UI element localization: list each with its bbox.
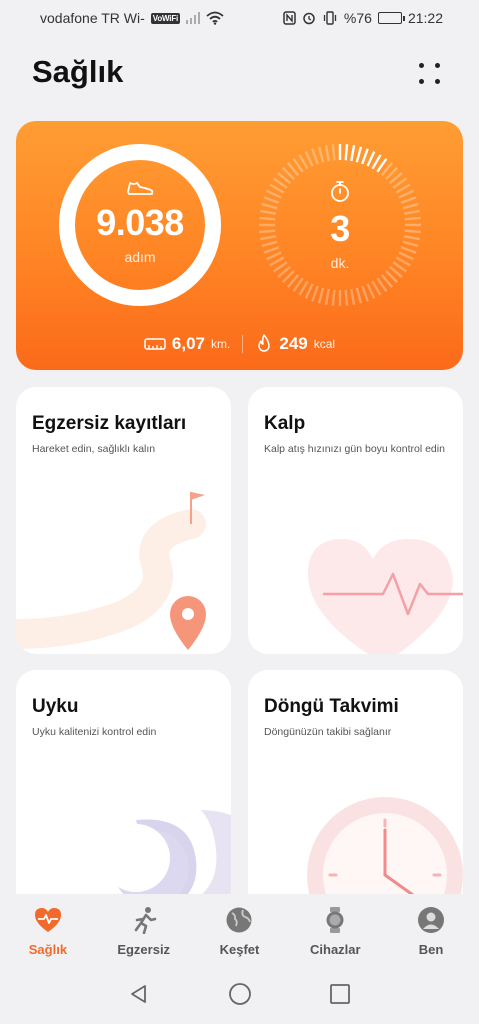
vowifi-badge: VoWiFi (150, 12, 181, 24)
exercise-ring-tick (298, 280, 309, 296)
stopwatch-icon (331, 181, 349, 202)
nav-label: Egzersiz (117, 942, 171, 957)
more-options-button[interactable] (414, 58, 448, 92)
moon-illustration (102, 810, 231, 910)
back-icon[interactable] (128, 983, 150, 1005)
shoe-icon (127, 182, 154, 195)
card-title: Döngü Takvimi (264, 696, 399, 717)
exercise-ring-tick (371, 280, 382, 296)
card-subtitle: Döngünüzün takibi sağlanır (264, 726, 392, 738)
exercise-ring-tick (324, 145, 330, 162)
nfc-icon (283, 11, 296, 25)
battery-icon (377, 12, 405, 24)
heart-illustration (308, 539, 463, 654)
exercise-records-card[interactable]: Egzersiz kayıtları Hareket edin, sağlıkl… (16, 387, 231, 654)
calories-stat: 249 kcal (255, 334, 335, 354)
nav-discover[interactable]: Keşfet (192, 906, 288, 964)
exercise-ring-tick (355, 287, 363, 304)
route-illustration (16, 492, 206, 650)
exercise-ring-tick (371, 154, 382, 170)
carrier-label: vodafone TR Wi- (40, 10, 145, 26)
running-icon (134, 907, 156, 934)
distance-value: 6,07 (171, 334, 206, 353)
exercise-ring-tick (311, 148, 319, 165)
steps-block: 9.038 adım (60, 179, 220, 265)
exercise-ring-tick (324, 288, 330, 305)
flame-icon (258, 334, 271, 352)
distance-stat: 6,07 km. (144, 334, 230, 354)
calories-value: 249 (279, 334, 308, 353)
clock: 21:22 (407, 10, 443, 26)
exercise-ring-tick (317, 146, 325, 163)
dot-icon (435, 79, 440, 84)
exercise-ring-tick (344, 144, 349, 161)
exercise-ring-tick (331, 289, 336, 306)
home-icon[interactable] (228, 982, 252, 1006)
nav-devices[interactable]: Cihazlar (287, 906, 383, 964)
nav-profile[interactable]: Ben (383, 906, 479, 964)
exercise-ring-tick (311, 285, 319, 302)
nav-label: Cihazlar (310, 942, 361, 957)
status-bar: vodafone TR Wi- VoWiFi %76 21:22 (0, 0, 479, 36)
location-pin-icon (170, 596, 206, 650)
calories-unit: kcal (313, 337, 336, 351)
exercise-block: 3 dk. (260, 179, 420, 271)
watch-icon (326, 907, 344, 933)
nav-label: Keşfet (219, 942, 260, 957)
dot-icon (419, 63, 424, 68)
sleep-card[interactable]: Uyku Uyku kalitenizi kontrol edin (16, 670, 231, 910)
exercise-ring-tick (366, 283, 376, 299)
exercise-ring-tick (366, 151, 376, 167)
system-navigation (0, 964, 479, 1024)
exercise-ring-tick (304, 151, 314, 167)
battery-percent: %76 (343, 10, 372, 26)
card-subtitle: Kalp atış hızınızı gün boyu kontrol edin (264, 443, 445, 455)
bottom-navigation: Sağlık Egzersiz Keşfet Cihazlar Ben (0, 894, 479, 964)
exercise-ring-tick (350, 288, 356, 305)
activity-summary-card[interactable]: 9.038 adım 3 dk. 6,07 km. 249 kcal (16, 121, 463, 370)
exercise-ring-tick (317, 287, 325, 304)
exercise-ring-tick (350, 145, 356, 162)
ruler-icon (144, 338, 166, 350)
steps-value: 9.038 (96, 202, 184, 243)
steps-unit: adım (124, 249, 156, 265)
person-icon (418, 907, 445, 933)
exercise-ring-tick (344, 289, 349, 306)
card-title: Kalp (264, 413, 306, 434)
nav-label: Sağlık (28, 942, 68, 957)
exercise-value: 3 (330, 208, 350, 249)
activity-stats: 6,07 km. 249 kcal (16, 329, 463, 359)
card-title: Egzersiz kayıtları (32, 413, 187, 434)
alarm-icon (303, 12, 315, 25)
exercise-ring-tick (304, 283, 314, 299)
page-title: Sağlık (32, 54, 124, 89)
exercise-ring-tick (361, 285, 369, 302)
clock-illustration (307, 797, 463, 910)
exercise-ring-tick (298, 154, 309, 170)
vibrate-icon (323, 11, 337, 25)
cycle-calendar-card[interactable]: Döngü Takvimi Döngünüzün takibi sağlanır (248, 670, 463, 910)
heart-card[interactable]: Kalp Kalp atış hızınızı gün boyu kontrol… (248, 387, 463, 654)
nav-label: Ben (418, 942, 444, 957)
dot-icon (435, 63, 440, 68)
nav-exercise[interactable]: Egzersiz (96, 906, 192, 964)
exercise-ring-tick (361, 148, 369, 165)
stats-divider (242, 335, 244, 353)
heart-pulse-icon (34, 908, 61, 932)
card-title: Uyku (32, 696, 79, 717)
recents-icon[interactable] (329, 983, 351, 1005)
card-subtitle: Hareket edin, sağlıklı kalın (32, 443, 156, 455)
wifi-icon (206, 11, 224, 25)
exercise-ring-tick (331, 144, 336, 161)
signal-icon (186, 12, 201, 24)
nav-health[interactable]: Sağlık (0, 906, 96, 964)
distance-unit: km. (211, 337, 231, 351)
globe-icon (226, 907, 252, 933)
card-subtitle: Uyku kalitenizi kontrol edin (32, 726, 157, 738)
dot-icon (419, 79, 424, 84)
exercise-ring-tick (355, 146, 363, 163)
exercise-unit: dk. (330, 255, 350, 271)
